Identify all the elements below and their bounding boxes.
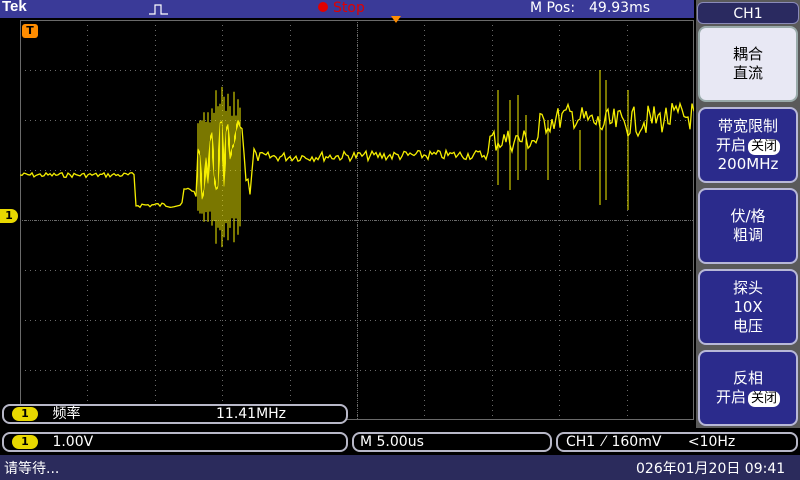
probe-attenuation: 10X — [733, 297, 763, 316]
timebase-value: M 5.00us — [360, 434, 424, 450]
status-message: 请等待... — [4, 461, 60, 477]
bandwidth-limit-button[interactable]: 带宽限制 开启 关闭 200MHz — [698, 107, 798, 183]
menu-title: CH1 — [697, 2, 799, 24]
horizontal-position-value: 49.93ms — [589, 0, 651, 16]
invert-button[interactable]: 反相 开启 关闭 — [698, 350, 798, 426]
probe-label: 探头 — [732, 278, 763, 297]
graticule — [20, 20, 694, 420]
channel-scale-readout[interactable]: 1 1.00V — [2, 432, 348, 452]
measure-value: 11.41MHz — [216, 406, 287, 422]
trigger-pulse-icon — [149, 4, 168, 15]
invert-label: 反相 — [732, 369, 763, 387]
horizontal-position-label: M Pos: — [530, 0, 576, 16]
scale-channel-badge: 1 — [12, 435, 38, 449]
bandwidth-value: 200MHz — [717, 154, 779, 173]
probe-button[interactable]: 探头 10X 电压 — [698, 269, 798, 345]
volts-div-button[interactable]: 伏/格 粗调 — [698, 188, 798, 264]
volts-div-readout: 1.00V — [52, 434, 94, 450]
invert-off-option: 关闭 — [748, 391, 781, 407]
stop-indicator-icon — [318, 2, 328, 12]
measurement-readout[interactable]: 1 频率 11.41MHz — [2, 404, 348, 424]
brand-logo: Tek — [2, 0, 27, 15]
ch1-ground-marker[interactable]: 1 — [0, 209, 18, 223]
bandwidth-limit-label: 带宽限制 — [717, 116, 778, 135]
date-time: 026年01月20日 09:41 — [636, 461, 786, 477]
trigger-readout[interactable]: CH1 ⁄ 160mV <10Hz — [556, 432, 798, 452]
timebase-readout[interactable]: M 5.00us — [352, 432, 552, 452]
trigger-level: 160mV — [611, 434, 662, 450]
bandwidth-on-option: 开启 — [715, 135, 746, 154]
measure-channel-badge: 1 — [12, 407, 38, 421]
bandwidth-off-option: 关闭 — [748, 138, 781, 155]
invert-on-option: 开启 — [715, 388, 746, 406]
waveform-display[interactable] — [20, 20, 694, 420]
run-state: Stop — [333, 0, 365, 16]
coupling-button[interactable]: 耦合 直流 — [698, 26, 798, 102]
coupling-value: 直流 — [732, 64, 763, 82]
trigger-source: CH1 — [566, 434, 596, 450]
coupling-label: 耦合 — [732, 45, 763, 63]
probe-type: 电压 — [732, 316, 763, 335]
trigger-marker[interactable]: T — [22, 24, 38, 38]
trigger-frequency: <10Hz — [687, 434, 736, 450]
volts-div-label: 伏/格 — [730, 207, 766, 225]
volts-div-value: 粗调 — [732, 226, 763, 244]
horizontal-position-marker-icon[interactable] — [390, 16, 402, 24]
trigger-slope-icon: ⁄ — [602, 434, 606, 450]
measure-label: 频率 — [52, 406, 81, 422]
